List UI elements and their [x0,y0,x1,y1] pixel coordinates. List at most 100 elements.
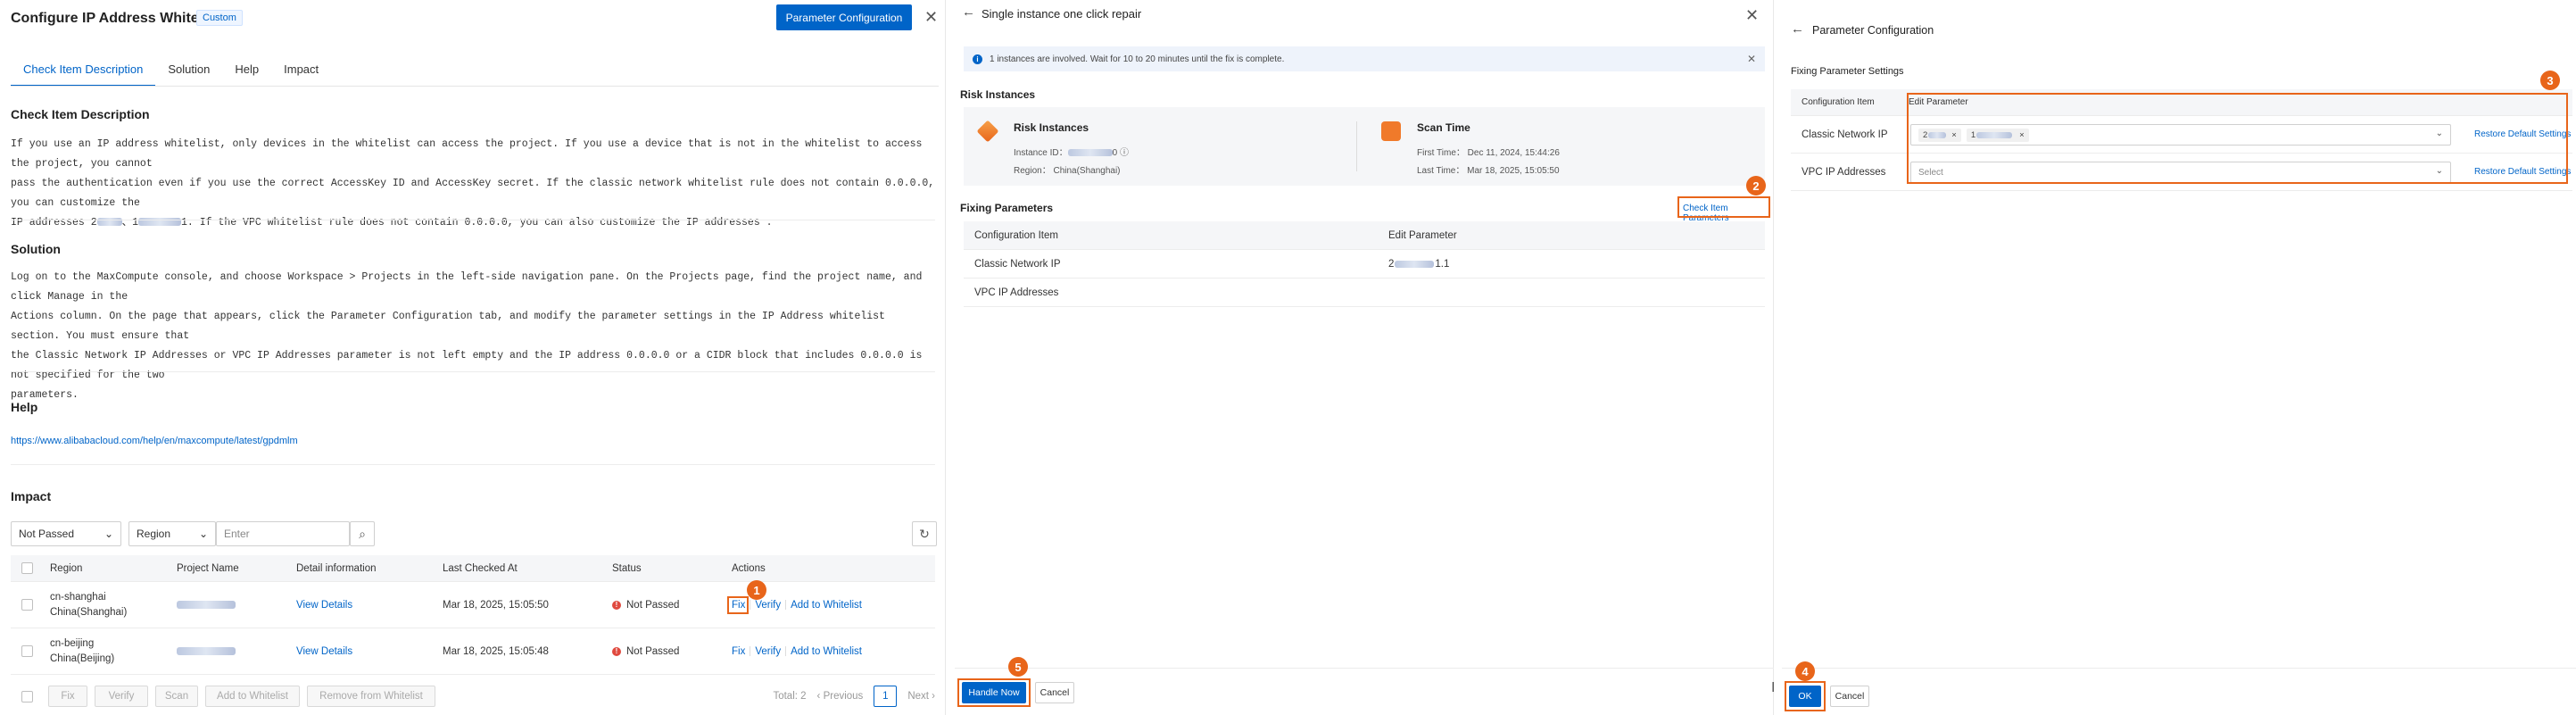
view-details-link[interactable]: View Details [296,582,352,628]
next-page[interactable]: Next › [907,691,935,702]
custom-tag: Custom [196,10,243,26]
panel-title: Parameter Configuration [1812,24,1934,37]
view-details-link[interactable]: View Details [296,628,352,674]
total-count: Total: 2 [773,691,807,702]
tab-help[interactable]: Help [222,55,271,87]
column-header: Region [50,562,83,574]
first-scan-time: First Time： Dec 11, 2024, 15:44:26 [1417,148,1560,158]
filter-bar: Not Passed ⌄ Region ⌄ Enter ⌕ [11,521,375,546]
status-filter-select[interactable]: Not Passed ⌄ [11,521,121,546]
status-text: Not Passed [626,599,680,611]
column-header: Status [612,562,642,574]
bulk-select-checkbox[interactable] [21,691,33,703]
table-header: Region Project Name Detail information L… [11,555,935,582]
bulk-add-whitelist-button[interactable]: Add to Whitelist [205,686,300,707]
refresh-icon[interactable]: ↻ [912,521,937,546]
callout-handle-now [957,678,1031,707]
search-icon[interactable]: ⌕ [350,521,375,546]
search-placeholder: Enter [224,528,250,540]
chevron-down-icon: ⌄ [104,528,113,540]
row-checkbox[interactable] [21,582,33,628]
footer-divider [1782,668,2576,669]
add-to-whitelist-link[interactable]: Add to Whitelist [791,646,862,657]
project-name-link[interactable] [177,582,236,628]
info-icon: i [973,54,982,64]
one-click-repair-panel: ← Single instance one click repair ✕ i 1… [955,0,1774,715]
value-suffix: 1.1 [1435,258,1450,270]
bulk-remove-whitelist-button[interactable]: Remove from Whitelist [307,686,435,707]
column-header: Detail information [296,562,377,574]
region-cell: cn-beijing China(Beijing) [50,628,114,674]
verify-link[interactable]: Verify [755,646,781,657]
previous-page[interactable]: ‹ Previous [817,691,864,702]
solution-text: Log on to the MaxCompute console, and ch… [11,268,935,405]
section-divider [11,464,935,465]
status-badge: ! Not Passed [612,582,679,628]
callout-edit-parameters [1907,93,2568,184]
select-all-checkbox[interactable] [21,555,33,581]
card-separator [1356,121,1357,171]
table-row: Classic Network IP 2 1.1 [964,250,1765,279]
tab-check-item[interactable]: Check Item Description [11,55,156,87]
chevron-down-icon: ⌄ [198,528,208,540]
solution-heading: Solution [11,242,61,256]
section-divider [11,371,935,372]
instance-id-tail: 0 [1112,148,1118,158]
risk-instances-heading: Risk Instances [960,88,1036,101]
region-filter-value: Region [137,528,171,540]
back-arrow-icon[interactable]: ← [1791,21,1804,37]
tab-solution[interactable]: Solution [155,55,222,87]
column-header: Edit Parameter [1388,229,1457,241]
close-icon[interactable]: ✕ [1745,7,1759,23]
close-icon[interactable]: ✕ [924,9,938,25]
back-arrow-icon[interactable]: ← [962,4,975,20]
fixing-parameters-table: Configuration Item Edit Parameter Classi… [964,221,1765,307]
status-text: Not Passed [626,645,680,657]
check-item-line: pass the authentication even if you use … [11,178,935,209]
region-filter-select[interactable]: Region ⌄ [128,521,216,546]
clock-icon [1381,121,1401,141]
add-to-whitelist-link[interactable]: Add to Whitelist [791,600,862,611]
callout-fix [727,596,749,614]
row-checkbox[interactable] [21,628,33,674]
footer-divider [955,668,1774,669]
bulk-scan-button[interactable]: Scan [155,686,198,707]
tab-bar: Check Item Description Solution Help Imp… [11,55,331,87]
tab-impact[interactable]: Impact [271,55,331,87]
table-row: cn-shanghai China(Shanghai) View Details… [11,582,935,628]
config-item: Classic Network IP [974,258,1061,270]
cancel-button[interactable]: Cancel [1830,686,1869,707]
close-alert-icon[interactable]: ✕ [1747,53,1756,65]
solution-line: parameters. [11,389,79,401]
risk-summary-card: Risk Instances Instance ID： 0 ⓘ Region： C… [964,107,1765,186]
column-header: Actions [732,562,766,574]
search-input[interactable]: Enter [216,521,350,546]
text-segment: 、1 [121,217,139,229]
last-checked: Mar 18, 2025, 15:05:48 [443,645,549,657]
error-icon: ! [612,600,621,610]
bulk-fix-button[interactable]: Fix [48,686,87,707]
fix-link[interactable]: Fix [732,646,745,657]
step-badge-2: 2 [1746,176,1766,195]
layers-icon [976,120,999,143]
risk-card-title: Risk Instances [1014,121,1089,134]
instance-region: Region： China(Shanghai) [1014,166,1121,176]
previous-label: Previous [823,691,864,702]
cancel-button[interactable]: Cancel [1035,682,1074,703]
help-link[interactable]: https://www.alibabacloud.com/help/en/max… [11,436,298,446]
column-header: Last Checked At [443,562,518,574]
region-id: cn-shanghai [50,591,106,603]
verify-link[interactable]: Verify [755,600,781,611]
region-id: cn-beijing [50,637,95,649]
value-prefix: 2 [1388,258,1395,270]
bulk-verify-button[interactable]: Verify [95,686,148,707]
solution-line: Actions column. On the page that appears… [11,311,885,342]
section-heading: Fixing Parameter Settings [1791,66,1904,77]
column-header: Project Name [177,562,239,574]
text-cursor: I [1771,680,1776,695]
parameter-configuration-button[interactable]: Parameter Configuration [776,4,912,30]
panel-title: Single instance one click repair [982,7,1142,21]
page-number[interactable]: 1 [874,686,898,707]
project-name-link[interactable] [177,628,236,674]
status-badge: ! Not Passed [612,628,679,674]
